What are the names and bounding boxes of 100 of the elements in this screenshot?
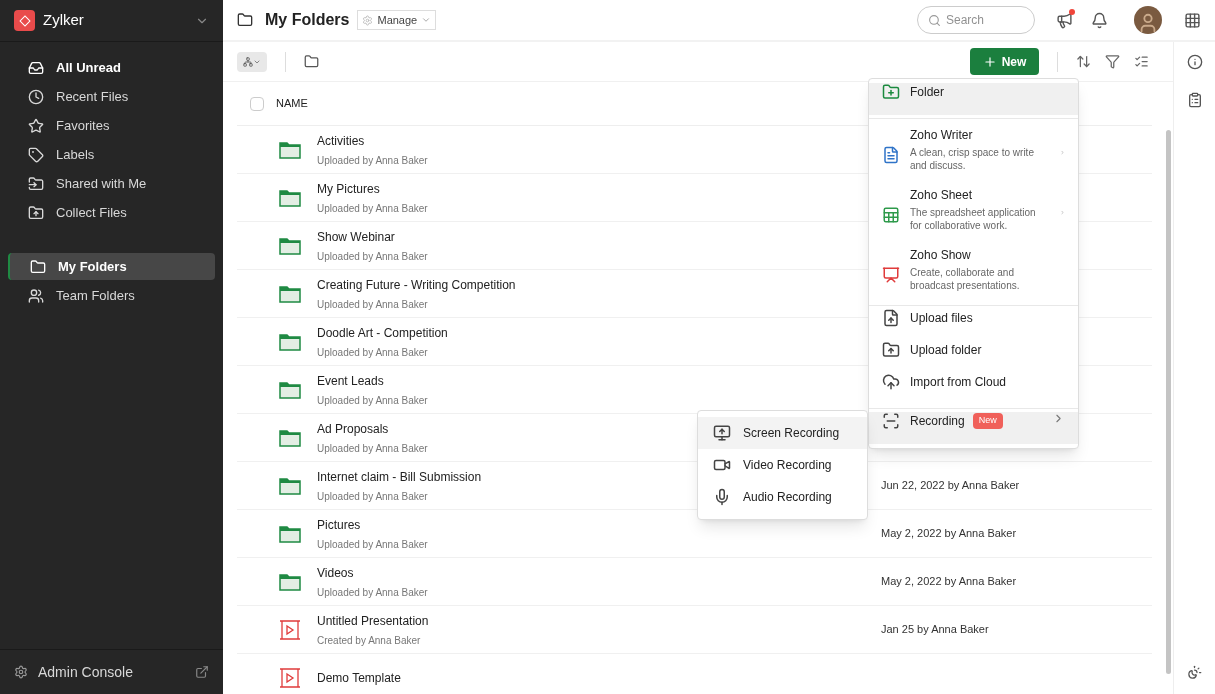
team-folder-icon [28,287,44,304]
folder-icon [279,236,301,255]
plus-icon [982,54,997,69]
cloud-upload-icon [882,373,900,391]
filter-icon[interactable] [1105,54,1120,69]
new-badge: New [972,413,1003,429]
folder-icon [30,258,46,275]
folder-icon [279,572,301,591]
file-name: Untitled Presentation [317,612,429,630]
new-button[interactable]: New [970,48,1039,75]
file-owner: Uploaded by Anna Baker [317,393,428,408]
megaphone-icon [1055,11,1073,29]
settings-icon [362,14,374,26]
folder-plus-icon [882,83,900,101]
menu-item[interactable]: Audio Recording [698,481,867,513]
file-name: My Pictures [317,180,380,198]
caret-icon [421,15,432,25]
menu-item-description: A clean, crisp space to write and discuss. [910,146,1035,172]
file-owner: Uploaded by Anna Baker [317,489,428,504]
folder-icon [279,140,301,159]
menu-item[interactable]: Import from Cloud [869,373,1078,405]
org-logo-icon [14,10,35,31]
admin-console-link[interactable]: Admin Console [0,649,223,694]
menu-item[interactable]: Recording New [869,412,1078,444]
tree-icon [243,56,253,67]
org-name: Zylker [43,10,85,31]
sidebar-item[interactable]: Favorites [8,111,215,140]
file-owner: Uploaded by Anna Baker [317,201,428,216]
search-icon [928,13,941,27]
search-input[interactable]: Search [946,11,1016,29]
sort-icon[interactable] [1076,54,1091,69]
sidebar-item[interactable]: My Folders [8,253,215,280]
file-row[interactable]: Videos Uploaded by Anna Baker May 2, 2022 by Anna Baker [237,558,1152,606]
folder-icon [279,284,301,303]
presentation-icon [882,266,900,284]
menu-item[interactable]: Screen Recording [698,417,867,449]
inbox-icon [28,59,44,76]
view-toggle-button[interactable] [237,51,267,72]
folder-icon [279,380,301,399]
file-name: Show Webinar [317,228,395,246]
apps-grid-icon[interactable] [1184,11,1201,29]
sidebar-item[interactable]: Team Folders [8,282,215,309]
file-row[interactable]: Untitled Presentation Created by Anna Baker Jan 25 by Anna Baker [237,606,1152,654]
scrollbar[interactable] [1166,130,1171,674]
folder-icon[interactable] [304,54,319,69]
tag-icon [28,146,44,163]
org-header[interactable]: Zylker [0,0,223,42]
avatar[interactable] [1134,6,1162,34]
sidebar-item[interactable]: Labels [8,140,215,169]
modified-date: Jun 22, 2022 by Anna Baker [881,478,1020,494]
file-name: Videos [317,564,354,582]
star-icon [28,117,44,134]
file-name: Internet claim - Bill Submission [317,468,482,486]
file-owner: Uploaded by Anna Baker [317,537,428,552]
presentation-icon [279,619,301,640]
record-icon [882,412,900,430]
file-owner: Uploaded by Anna Baker [317,585,428,600]
folder-upload-icon [882,341,900,359]
file-name: Ad Proposals [317,420,389,438]
theme-toggle-icon[interactable] [1187,665,1202,680]
list-options-icon[interactable] [1134,54,1149,69]
document-icon [882,146,900,164]
page-title: My Folders [265,10,350,30]
sidebar-item[interactable]: All Unread [8,53,215,82]
sidebar-item[interactable]: Collect Files [8,198,215,227]
file-owner: Uploaded by Anna Baker [317,249,428,264]
folder-icon [279,524,301,543]
sidebar-item[interactable]: Shared with Me [8,169,215,198]
collect-icon [28,204,44,221]
file-owner: Created by Anna Baker [317,633,421,648]
select-all-checkbox[interactable] [250,96,264,111]
file-upload-icon [882,309,900,327]
shared-folder-icon [28,175,44,192]
sidebar-item[interactable]: Recent Files [8,82,215,111]
clock-icon [28,88,44,105]
menu-item[interactable]: Folder [869,83,1078,115]
spreadsheet-icon [882,206,900,224]
modified-date: Jan 25 by Anna Baker [881,622,989,638]
file-row[interactable]: Demo Template [237,654,1152,694]
file-owner: Uploaded by Anna Baker [317,345,428,360]
bell-icon[interactable] [1091,11,1108,29]
file-owner: Uploaded by Anna Baker [317,441,428,456]
microphone-icon [713,488,731,506]
folder-icon [237,12,253,28]
file-name: Pictures [317,516,361,534]
file-name: Demo Template [317,669,401,687]
presentation-icon [279,667,301,688]
file-name: Creating Future - Writing Competition [317,276,516,294]
file-name: Activities [317,132,365,150]
folder-icon [279,476,301,495]
manage-button[interactable]: Manage [357,10,437,30]
file-owner: Uploaded by Anna Baker [317,153,428,168]
folder-icon [279,428,301,447]
settings-icon [14,665,28,679]
folder-icon [279,332,301,351]
clipboard-icon[interactable] [1186,92,1203,108]
info-icon[interactable] [1186,54,1203,70]
file-owner: Uploaded by Anna Baker [317,297,428,312]
folder-icon [279,188,301,207]
external-link-icon [195,665,209,679]
